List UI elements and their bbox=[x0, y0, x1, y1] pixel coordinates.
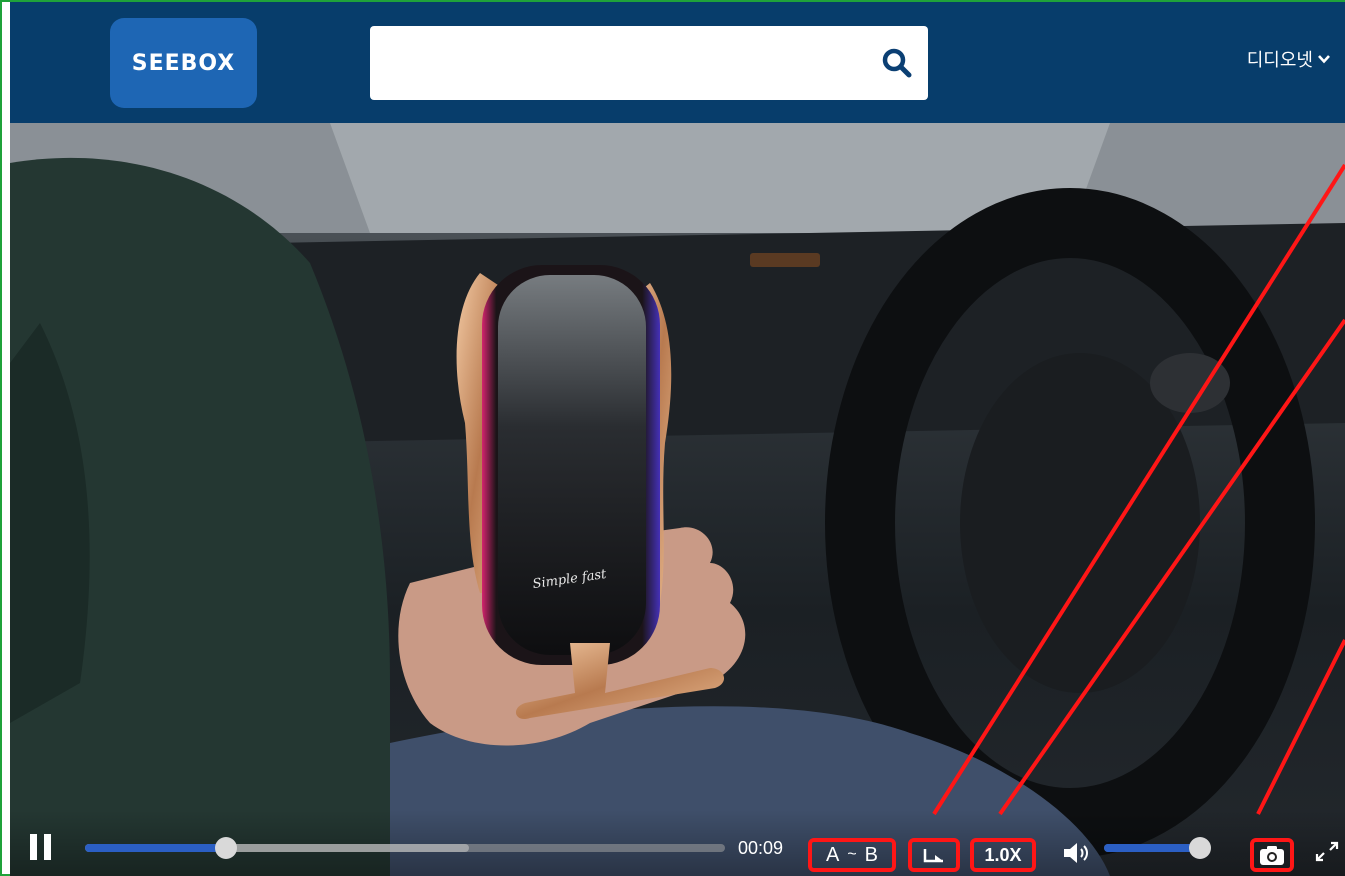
capture-button[interactable] bbox=[1250, 838, 1294, 872]
camera-icon bbox=[1260, 846, 1284, 865]
pause-button[interactable] bbox=[30, 834, 52, 860]
progress-bar[interactable] bbox=[85, 837, 725, 859]
current-time: 00:09 bbox=[738, 838, 784, 858]
volume-fill bbox=[1104, 844, 1200, 852]
logo-text: SEEBOX bbox=[131, 50, 236, 76]
ab-a-label: A bbox=[825, 843, 840, 866]
repeat-icon bbox=[923, 849, 943, 863]
search-icon[interactable] bbox=[880, 46, 914, 80]
volume-slider[interactable] bbox=[1104, 837, 1211, 859]
playback-speed-button[interactable]: 1.0X bbox=[970, 838, 1036, 872]
user-menu-label: 디디오넷 bbox=[1246, 50, 1313, 70]
seebox-logo[interactable]: SEEBOX bbox=[110, 18, 257, 108]
player-controls: 00:09 A ~ B 1.0X bbox=[10, 810, 1345, 876]
chevron-down-icon bbox=[1318, 55, 1330, 64]
volume-icon[interactable] bbox=[1062, 841, 1092, 865]
fullscreen-icon[interactable] bbox=[1312, 840, 1342, 864]
progress-fill bbox=[85, 844, 226, 852]
ab-separator: ~ bbox=[847, 846, 857, 863]
pause-icon bbox=[30, 834, 37, 860]
speed-label: 1.0X bbox=[984, 844, 1022, 865]
repeat-button[interactable] bbox=[908, 838, 960, 872]
user-menu[interactable]: 디디오넷 bbox=[1247, 46, 1331, 72]
site-header: SEEBOX 디디오넷 bbox=[10, 2, 1345, 123]
ab-b-label: B bbox=[864, 843, 879, 866]
progress-handle[interactable] bbox=[214, 837, 237, 859]
ab-repeat-button[interactable]: A ~ B bbox=[808, 838, 896, 872]
search-input[interactable] bbox=[382, 42, 852, 84]
video-area[interactable]: Simple fast bbox=[10, 123, 1345, 876]
volume-handle[interactable] bbox=[1188, 837, 1211, 859]
search-box bbox=[370, 26, 928, 100]
video-frame: Simple fast bbox=[10, 123, 1345, 876]
